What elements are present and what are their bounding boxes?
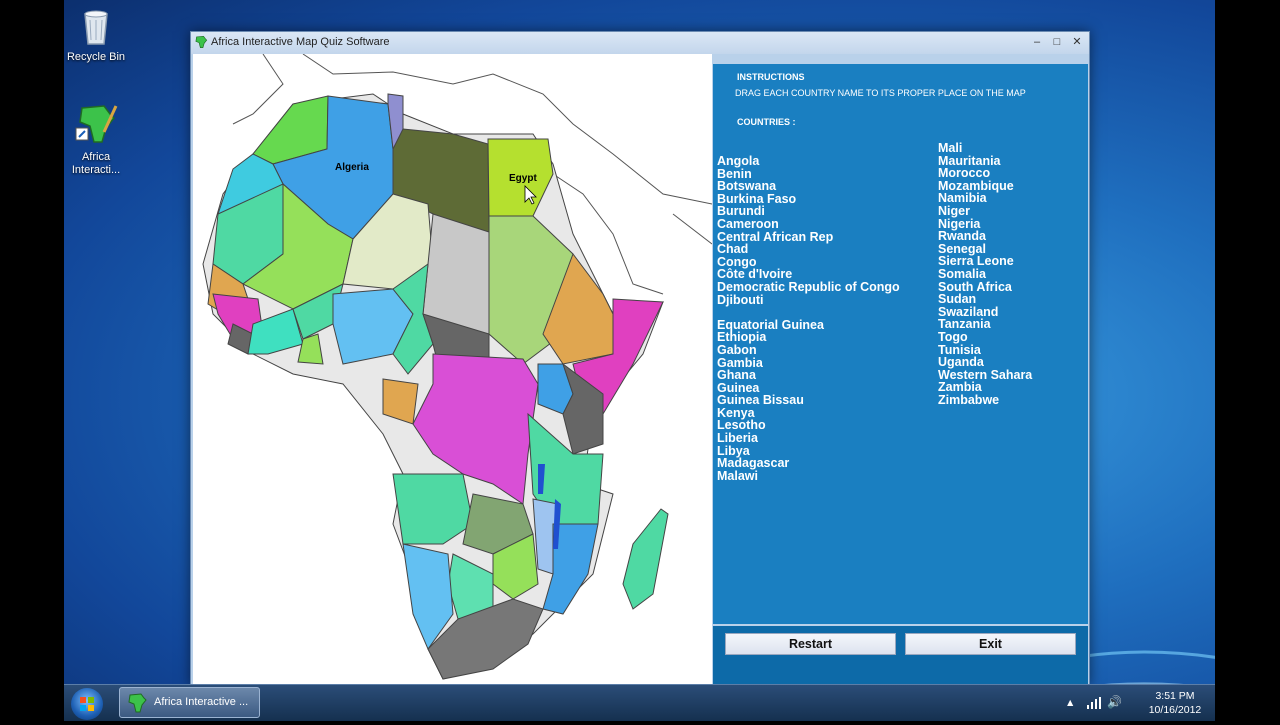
button-panel: Restart Exit: [713, 626, 1088, 685]
country-name-item[interactable]: Malawi: [717, 470, 900, 483]
desktop-icon-label: Africa Interacti...: [71, 151, 121, 176]
africa-map-icon: [64, 102, 136, 149]
volume-icon[interactable]: 🔊: [1107, 695, 1122, 709]
country-name-item[interactable]: Morocco: [938, 167, 1032, 180]
taskbar-item-label: Africa Interactive ...: [154, 696, 249, 708]
start-button[interactable]: [71, 688, 103, 720]
country-name-item[interactable]: Democratic Republic of Congo: [717, 281, 900, 294]
countries-heading: COUNTRIES :: [737, 117, 796, 127]
close-button[interactable]: ✕: [1069, 35, 1085, 49]
country-name-item[interactable]: Zimbabwe: [938, 394, 1032, 407]
recycle-bin-icon: [64, 6, 136, 49]
network-signal-icon[interactable]: [1087, 697, 1101, 709]
left-black-bar: [0, 0, 64, 720]
show-hidden-icons-icon[interactable]: ▲: [1065, 697, 1075, 709]
window-title: Africa Interactive Map Quiz Software: [211, 36, 390, 48]
title-bar[interactable]: Africa Interactive Map Quiz Software – □…: [191, 32, 1089, 54]
windows-logo-icon: [80, 697, 94, 711]
countries-list-right: Mali Mauritania Morocco Mozambique Namibia Ni…: [938, 142, 1032, 406]
clock-date: 10/16/2012: [1148, 704, 1202, 716]
instructions-text: DRAG EACH COUNTRY NAME TO ITS PROPER PLA…: [735, 88, 1026, 98]
country-name-item[interactable]: Rwanda: [938, 230, 1032, 243]
instructions-panel: INSTRUCTIONS DRAG EACH COUNTRY NAME TO I…: [713, 64, 1088, 624]
desktop-icon-africa-quiz[interactable]: Africa Interacti...: [64, 102, 136, 177]
taskbar-item-africa-quiz[interactable]: Africa Interactive ...: [119, 687, 260, 718]
taskbar: Africa Interactive ... ▲ 🔊 3:51 PM 10/16…: [64, 684, 1215, 721]
instructions-heading: INSTRUCTIONS: [737, 72, 805, 82]
country-name-item[interactable]: Chad: [717, 243, 900, 256]
country-name-item[interactable]: Sudan: [938, 293, 1032, 306]
minimize-button[interactable]: –: [1029, 35, 1045, 49]
country-name-item[interactable]: Liberia: [717, 432, 900, 445]
app-icon: [195, 35, 208, 49]
map-label-algeria: Algeria: [335, 162, 369, 173]
madagascar-region: [622, 508, 669, 610]
countries-list-left: Angola Benin Botswana Burkina Faso Burundi Ca…: [717, 155, 900, 482]
clock-time: 3:51 PM: [1155, 690, 1195, 702]
africa-map[interactable]: Algeria Egypt: [193, 54, 712, 685]
country-name-item[interactable]: Djibouti: [717, 293, 900, 307]
country-name-item[interactable]: Uganda: [938, 356, 1032, 369]
map-area[interactable]: Algeria Egypt: [193, 54, 712, 685]
clock[interactable]: 3:51 PM 10/16/2012: [1145, 689, 1205, 717]
country-name-item[interactable]: Ghana: [717, 369, 900, 382]
country-name-item[interactable]: Mali: [938, 142, 1032, 155]
country-name-item[interactable]: Guinea Bissau: [717, 394, 900, 407]
country-name-item[interactable]: Madagascar: [717, 457, 900, 470]
country-name-item[interactable]: Zambia: [938, 381, 1032, 394]
system-tray: ▲ 🔊 3:51 PM 10/16/2012: [1065, 687, 1205, 719]
map-label-egypt: Egypt: [509, 173, 537, 184]
maximize-button[interactable]: □: [1049, 35, 1065, 49]
africa-map-icon: [128, 693, 147, 713]
country-name-item[interactable]: Angola: [717, 155, 900, 168]
country-name-item[interactable]: Somalia: [938, 268, 1032, 281]
desktop-icon-label: Recycle Bin: [66, 51, 126, 63]
right-black-bar: [1215, 0, 1280, 720]
country-name-item[interactable]: Cameroon: [717, 218, 900, 231]
restart-button[interactable]: Restart: [725, 633, 896, 655]
country-name-item[interactable]: Togo: [938, 331, 1032, 344]
country-name-item[interactable]: Gabon: [717, 344, 900, 357]
country-name-item[interactable]: Niger: [938, 205, 1032, 218]
exit-button[interactable]: Exit: [905, 633, 1076, 655]
desktop-icon-recycle-bin[interactable]: Recycle Bin: [64, 6, 136, 63]
country-name-item[interactable]: Botswana: [717, 180, 900, 193]
app-window: Africa Interactive Map Quiz Software – □…: [190, 31, 1090, 686]
